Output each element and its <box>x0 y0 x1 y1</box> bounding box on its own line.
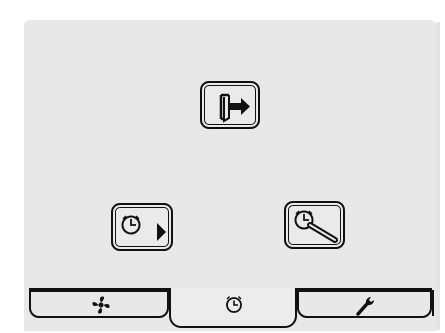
clock-wrench-icon <box>294 210 338 243</box>
fan-icon <box>92 296 110 314</box>
clock-icon <box>226 296 242 313</box>
tab-bar <box>24 288 436 333</box>
timer-set-button[interactable] <box>284 201 345 249</box>
main-screen <box>24 20 436 331</box>
exit-button[interactable] <box>200 81 260 129</box>
timer-run-button[interactable] <box>111 203 173 251</box>
frame-right-tick <box>432 290 434 316</box>
tab-timer[interactable] <box>169 288 297 328</box>
exit-arrow-icon <box>219 93 250 123</box>
wrench-icon <box>356 297 374 316</box>
tab-service[interactable] <box>297 290 432 318</box>
tab-fan[interactable] <box>29 290 169 318</box>
clock-play-icon <box>121 215 166 241</box>
screen-edge <box>436 22 440 330</box>
display-frame <box>0 0 445 333</box>
